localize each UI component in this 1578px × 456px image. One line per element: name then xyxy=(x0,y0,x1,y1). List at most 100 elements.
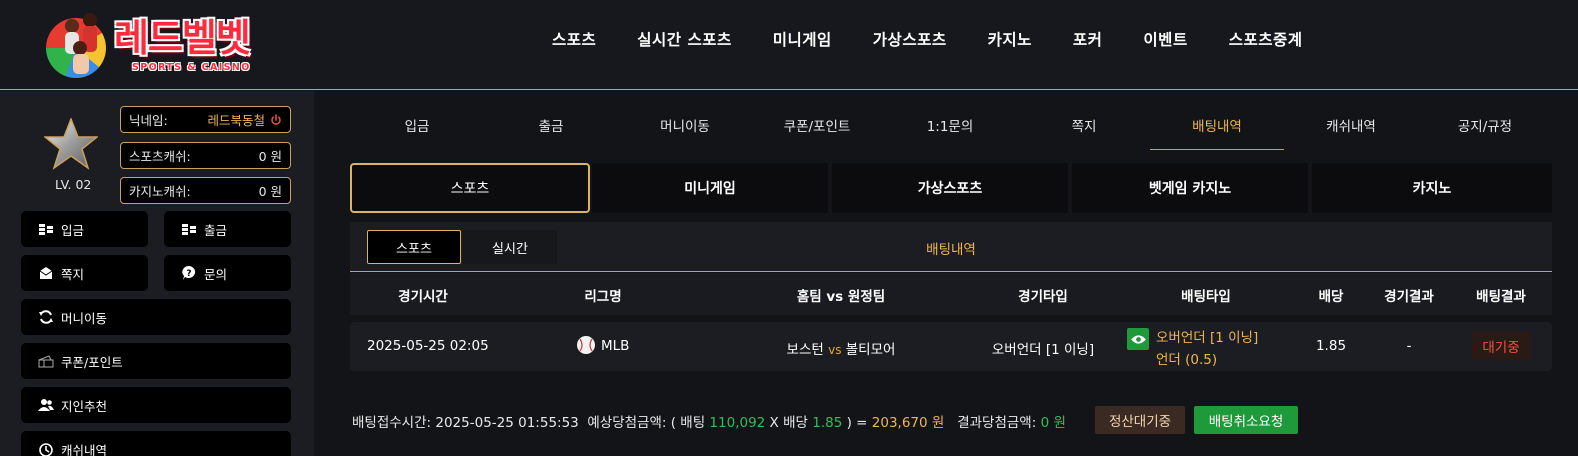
col-game-type: 경기타입 xyxy=(1018,289,1068,305)
svg-text:?: ? xyxy=(186,269,191,279)
row-game-type: 오버언더 [1 이닝] xyxy=(991,342,1095,358)
inner-tab-sports[interactable]: 스포츠 xyxy=(367,230,461,264)
settle-pending-button[interactable]: 정산대기중 xyxy=(1095,406,1185,434)
row-league: MLB xyxy=(577,336,629,354)
game-tab-casino[interactable]: 카지노 xyxy=(1312,163,1552,213)
topnav-virtual-sports[interactable]: 가상스포츠 xyxy=(873,28,947,54)
topnav-live-sports[interactable]: 실시간 스포츠 xyxy=(637,28,731,54)
envelope-icon xyxy=(38,265,54,281)
game-tab-minigame[interactable]: 미니게임 xyxy=(592,163,828,213)
casino-cash-box: 카지노캐쉬: 0 원 xyxy=(120,177,291,204)
subnav-money-move[interactable]: 머니이동 xyxy=(618,100,752,150)
row-home-team: 보스턴 xyxy=(786,342,824,358)
sports-cash-label: 스포츠캐쉬: xyxy=(129,149,191,164)
logo-figures-icon xyxy=(65,13,97,74)
summary-odds: 1.85 xyxy=(812,415,843,431)
sidebar-inquiry-button[interactable]: ? 문의 xyxy=(164,255,291,291)
expected-value: 203,670 xyxy=(871,415,928,431)
mypage-subnav: 입금 출금 머니이동 쿠폰/포인트 1:1문의 쪽지 배팅내역 캐쉬내역 공지/… xyxy=(350,100,1552,150)
expected-label: 예상당첨금액: ( 배팅 xyxy=(587,415,706,431)
status-badge: 대기중 xyxy=(1472,332,1530,360)
cancel-bet-request-button[interactable]: 배팅취소요청 xyxy=(1194,406,1298,434)
received-value: 2025-05-25 01:55:53 xyxy=(435,415,579,431)
casino-cash-label: 카지노캐쉬: xyxy=(129,184,191,199)
sports-cash-box: 스포츠캐쉬: 0 원 xyxy=(120,142,291,169)
nickname-box: 닉네임: 레드북동철 xyxy=(120,106,291,133)
brand-name: 레드벨벳 xyxy=(114,16,251,60)
x-odds-label: X 배당 xyxy=(769,415,808,431)
coupon-icon xyxy=(38,353,54,369)
eye-icon[interactable] xyxy=(1127,328,1149,350)
topnav-event[interactable]: 이벤트 xyxy=(1143,28,1187,54)
site-logo[interactable]: 레드벨벳 SPORTS & CAISNO xyxy=(44,6,274,78)
history-icon xyxy=(38,441,54,456)
baseball-icon xyxy=(577,336,595,354)
result-unit: 원 xyxy=(1053,415,1066,431)
money-icon xyxy=(38,221,54,237)
game-tab-betgame-casino[interactable]: 벳게임 카지노 xyxy=(1072,163,1308,213)
row-time: 2025-05-25 02:05 xyxy=(367,338,489,354)
topnav-casino[interactable]: 카지노 xyxy=(988,28,1032,54)
equals-sign: ) = xyxy=(846,415,868,431)
nickname-label: 닉네임: xyxy=(129,113,168,128)
sidebar-deposit-label: 입금 xyxy=(61,222,85,238)
subnav-deposit[interactable]: 입금 xyxy=(350,100,484,150)
subnav-cash-history[interactable]: 캐쉬내역 xyxy=(1284,100,1418,150)
sidebar-withdraw-label: 출금 xyxy=(204,222,228,238)
sidebar-money-move-button[interactable]: 머니이동 xyxy=(21,299,291,335)
result-label: 결과당첨금액: xyxy=(957,415,1037,431)
expected-unit: 원 xyxy=(931,415,945,431)
topnav-sports-broadcast[interactable]: 스포츠중계 xyxy=(1229,28,1303,54)
subnav-notice-rules[interactable]: 공지/규정 xyxy=(1418,100,1552,150)
refresh-icon xyxy=(38,309,54,325)
nickname-value-wrap: 레드북동철 xyxy=(207,110,282,129)
sidebar-deposit-button[interactable]: 입금 xyxy=(21,211,148,247)
row-league-name: MLB xyxy=(601,338,630,354)
sidebar-coupon-button[interactable]: 쿠폰/포인트 xyxy=(21,343,291,379)
sidebar-withdraw-button[interactable]: 출금 xyxy=(164,211,291,247)
sidebar-message-label: 쪽지 xyxy=(61,266,85,282)
sports-cash-value: 0 원 xyxy=(258,149,282,164)
subnav-coupon-point[interactable]: 쿠폰/포인트 xyxy=(750,100,884,150)
top-navigation: 스포츠 실시간 스포츠 미니게임 가상스포츠 카지노 포커 이벤트 스포츠중계 xyxy=(552,28,1344,54)
col-game-result: 경기결과 xyxy=(1384,289,1434,305)
question-bubble-icon: ? xyxy=(181,265,197,281)
received-label: 배팅접수시간: xyxy=(352,415,432,431)
row-game-result: - xyxy=(1406,338,1412,354)
row-odds: 1.85 xyxy=(1315,338,1347,354)
nickname-value: 레드북동철 xyxy=(207,113,265,128)
site-header: 레드벨벳 SPORTS & CAISNO 스포츠 실시간 스포츠 미니게임 가상… xyxy=(0,0,1578,90)
sidebar-referral-button[interactable]: 지인추천 xyxy=(21,387,291,423)
game-category-tabs: 스포츠 미니게임 가상스포츠 벳게임 카지노 카지노 xyxy=(350,163,1552,213)
bet-table-header: 경기시간 리그명 홈팀 vs 원정팀 경기타입 배팅타입 배당 경기결과 배팅결… xyxy=(350,273,1552,315)
topnav-poker[interactable]: 포커 xyxy=(1073,28,1103,54)
sidebar-inquiry-label: 문의 xyxy=(204,266,228,282)
subnav-withdraw[interactable]: 출금 xyxy=(484,100,618,150)
subnav-1to1-inquiry[interactable]: 1:1문의 xyxy=(883,100,1017,150)
casino-cash-value: 0 원 xyxy=(258,184,282,199)
subnav-bet-history[interactable]: 배팅내역 xyxy=(1150,100,1284,150)
sidebar-money-move-label: 머니이동 xyxy=(61,310,108,326)
sidebar-message-button[interactable]: 쪽지 xyxy=(21,255,148,291)
result-value: 0 xyxy=(1040,415,1050,431)
row-teams: 보스턴 vs 볼티모어 xyxy=(787,338,896,358)
table-row: 2025-05-25 02:05 MLB 보스턴 vs 볼티모어 오버언더 [1… xyxy=(350,322,1552,371)
topnav-sports[interactable]: 스포츠 xyxy=(552,28,596,54)
col-teams: 홈팀 vs 원정팀 xyxy=(796,289,886,305)
col-bet-result: 배팅결과 xyxy=(1476,289,1526,305)
money-icon xyxy=(181,221,197,237)
sidebar-cash-history-label: 캐쉬내역 xyxy=(61,442,108,456)
topnav-minigame[interactable]: 미니게임 xyxy=(773,28,832,54)
game-tab-sports[interactable]: 스포츠 xyxy=(350,163,590,213)
inner-tab-live[interactable]: 실시간 xyxy=(463,230,557,264)
logout-power-icon[interactable] xyxy=(270,113,282,126)
sidebar-cash-history-button[interactable]: 캐쉬내역 xyxy=(21,431,291,456)
game-tab-virtual-sports[interactable]: 가상스포츠 xyxy=(832,163,1068,213)
level-star-icon xyxy=(44,118,98,170)
subnav-message[interactable]: 쪽지 xyxy=(1017,100,1151,150)
brand-tagline: SPORTS & CAISNO xyxy=(132,62,251,73)
row-vs: vs xyxy=(828,343,842,357)
sidebar-coupon-label: 쿠폰/포인트 xyxy=(61,354,123,370)
bet-amount: 110,092 xyxy=(709,415,766,431)
user-level: LV. 02 xyxy=(55,177,92,192)
